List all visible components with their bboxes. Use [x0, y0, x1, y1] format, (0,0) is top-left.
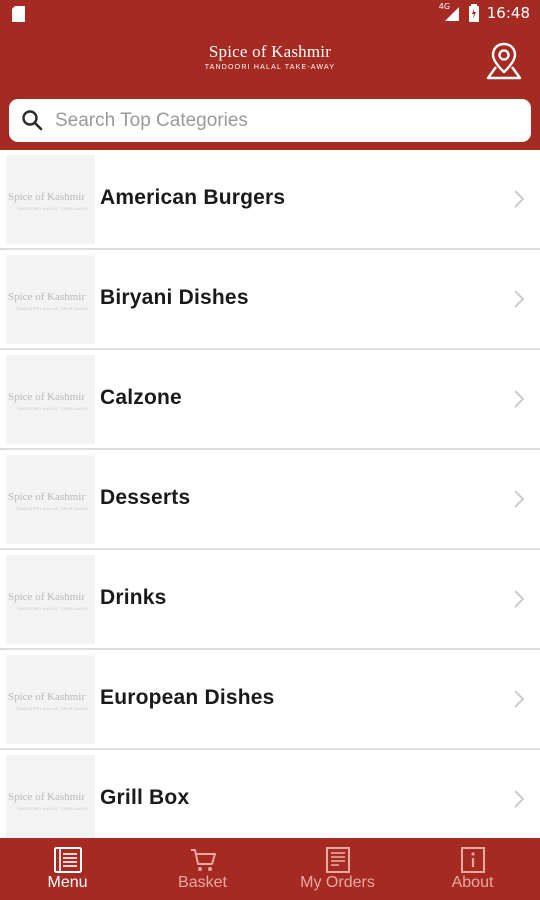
info-icon: [460, 847, 485, 873]
category-row-american-burgers[interactable]: Spice of Kashmir TANDOORI HALAL TAKE-AWAY…: [0, 150, 540, 248]
category-label: Drinks: [100, 586, 167, 609]
signal-icon: 4G: [439, 2, 461, 22]
tab-basket[interactable]: Basket: [135, 838, 270, 900]
chevron-right-icon: [514, 290, 525, 308]
category-thumbnail: Spice of Kashmir TANDOORI HALAL TAKE-AWAY: [6, 355, 95, 444]
tab-label: About: [451, 874, 494, 891]
category-thumbnail: Spice of Kashmir TANDOORI HALAL TAKE-AWAY: [6, 655, 95, 744]
status-bar: 4G 16:48: [0, 0, 540, 28]
search-icon: [22, 110, 43, 131]
thumbnail-brand-name: Spice of Kashmir: [8, 691, 85, 703]
category-thumbnail: Spice of Kashmir TANDOORI HALAL TAKE-AWAY: [6, 755, 95, 838]
thumbnail-brand-name: Spice of Kashmir: [8, 591, 85, 603]
chevron-right-icon: [514, 790, 525, 808]
category-label: Calzone: [100, 386, 182, 409]
tab-label: Menu: [47, 874, 88, 891]
thumbnail-brand-tagline: TANDOORI HALAL TAKE-AWAY: [16, 506, 89, 511]
menu-book-icon: [53, 847, 82, 873]
brand-logo: Spice of Kashmir TANDOORI HALAL TAKE-AWA…: [0, 42, 540, 71]
thumbnail-brand-name: Spice of Kashmir: [8, 491, 85, 503]
brand-name: Spice of Kashmir: [208, 42, 332, 61]
thumbnail-brand-tagline: TANDOORI HALAL TAKE-AWAY: [16, 706, 89, 711]
category-thumbnail: Spice of Kashmir TANDOORI HALAL TAKE-AWAY: [6, 455, 95, 544]
chevron-right-icon: [514, 390, 525, 408]
category-label: Desserts: [100, 486, 191, 509]
category-thumbnail: Spice of Kashmir TANDOORI HALAL TAKE-AWAY: [6, 255, 95, 344]
brand-tagline: TANDOORI HALAL TAKE-AWAY: [204, 64, 336, 71]
bottom-tab-bar: Menu Basket My Orders About: [0, 838, 540, 900]
category-label: American Burgers: [100, 186, 286, 209]
category-label: Grill Box: [100, 786, 190, 809]
thumbnail-brand-name: Spice of Kashmir: [8, 391, 85, 403]
tab-label: My Orders: [300, 874, 375, 891]
category-row-biryani-dishes[interactable]: Spice of Kashmir TANDOORI HALAL TAKE-AWAY…: [0, 250, 540, 348]
search-input[interactable]: [53, 105, 517, 137]
thumbnail-brand-tagline: TANDOORI HALAL TAKE-AWAY: [16, 206, 89, 211]
thumbnail-brand-name: Spice of Kashmir: [8, 191, 85, 203]
search-box[interactable]: [9, 99, 531, 142]
clock: 16:48: [486, 4, 530, 22]
category-thumbnail: Spice of Kashmir TANDOORI HALAL TAKE-AWAY: [6, 555, 95, 644]
chevron-right-icon: [514, 690, 525, 708]
category-row-drinks[interactable]: Spice of Kashmir TANDOORI HALAL TAKE-AWAY…: [0, 550, 540, 648]
battery-icon: [468, 4, 479, 22]
thumbnail-brand-tagline: TANDOORI HALAL TAKE-AWAY: [16, 606, 89, 611]
category-label: European Dishes: [100, 686, 275, 709]
map-pin-icon[interactable]: [484, 40, 524, 80]
category-thumbnail: Spice of Kashmir TANDOORI HALAL TAKE-AWAY: [6, 155, 95, 244]
category-label: Biryani Dishes: [100, 286, 249, 309]
tab-about[interactable]: About: [405, 838, 540, 900]
category-row-european-dishes[interactable]: Spice of Kashmir TANDOORI HALAL TAKE-AWAY…: [0, 650, 540, 748]
tab-label: Basket: [178, 874, 227, 891]
category-row-calzone[interactable]: Spice of Kashmir TANDOORI HALAL TAKE-AWAY…: [0, 350, 540, 448]
thumbnail-brand-name: Spice of Kashmir: [8, 791, 85, 803]
category-row-grill-box[interactable]: Spice of Kashmir TANDOORI HALAL TAKE-AWAY…: [0, 750, 540, 838]
sim-card-icon: [12, 6, 25, 22]
tab-my-orders[interactable]: My Orders: [270, 838, 405, 900]
thumbnail-brand-name: Spice of Kashmir: [8, 291, 85, 303]
chevron-right-icon: [514, 490, 525, 508]
thumbnail-brand-tagline: TANDOORI HALAL TAKE-AWAY: [16, 406, 89, 411]
chevron-right-icon: [514, 590, 525, 608]
receipt-icon: [325, 847, 350, 873]
category-row-desserts[interactable]: Spice of Kashmir TANDOORI HALAL TAKE-AWAY…: [0, 450, 540, 548]
category-list: Spice of Kashmir TANDOORI HALAL TAKE-AWAY…: [0, 150, 540, 838]
chevron-right-icon: [514, 190, 525, 208]
thumbnail-brand-tagline: TANDOORI HALAL TAKE-AWAY: [16, 306, 89, 311]
thumbnail-brand-tagline: TANDOORI HALAL TAKE-AWAY: [16, 806, 89, 811]
status-right: 4G 16:48: [439, 2, 530, 22]
tab-menu[interactable]: Menu: [0, 838, 135, 900]
cart-icon: [190, 849, 216, 871]
